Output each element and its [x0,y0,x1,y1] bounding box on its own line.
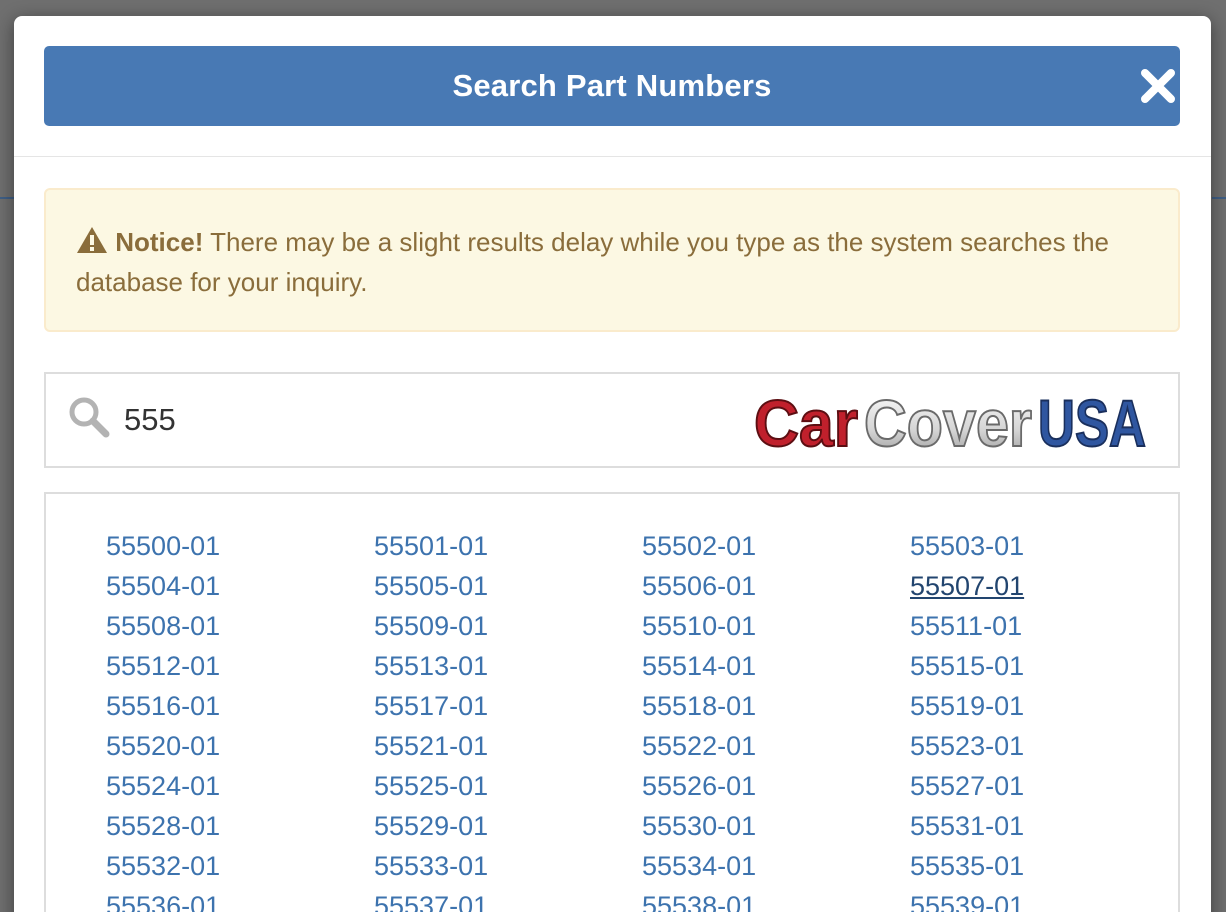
part-number-link[interactable]: 55509-01 [374,606,642,646]
part-number-link[interactable]: 55500-01 [106,526,374,566]
search-part-numbers-modal: Search Part Numbers Notice! There may be… [14,16,1211,912]
part-number-link[interactable]: 55521-01 [374,726,642,766]
part-number-link[interactable]: 55523-01 [910,726,1178,766]
backdrop-divider-right [1212,197,1226,199]
logo-text-car: Car [754,386,858,456]
part-number-link[interactable]: 55538-01 [642,886,910,912]
part-number-link[interactable]: 55515-01 [910,646,1178,686]
part-number-link[interactable]: 55508-01 [106,606,374,646]
part-number-link[interactable]: 55504-01 [106,566,374,606]
logo-text-cover: Cover [864,386,1032,456]
modal-title-bar: Search Part Numbers [44,46,1180,126]
notice-text: There may be a slight results delay whil… [76,227,1109,297]
part-number-link[interactable]: 55525-01 [374,766,642,806]
part-number-link[interactable]: 55522-01 [642,726,910,766]
part-number-link[interactable]: 55519-01 [910,686,1178,726]
notice-label: Notice! [115,227,204,257]
results-grid: 55500-01 55501-01 55502-01 55503-01 55504-01… [106,526,1178,912]
logo-text-usa: USA [1038,386,1146,456]
part-number-link[interactable]: 55513-01 [374,646,642,686]
part-number-link[interactable]: 55512-01 [106,646,374,686]
search-input[interactable] [124,390,724,450]
close-icon [1141,69,1175,103]
notice-alert: Notice! There may be a slight results de… [44,188,1180,332]
part-number-link[interactable]: 55527-01 [910,766,1178,806]
backdrop-divider-left [0,197,14,199]
part-number-link[interactable]: 55529-01 [374,806,642,846]
search-icon [69,397,110,438]
part-number-link[interactable]: 55506-01 [642,566,910,606]
part-number-link[interactable]: 55517-01 [374,686,642,726]
part-number-link[interactable]: 55537-01 [374,886,642,912]
part-number-link[interactable]: 55532-01 [106,846,374,886]
part-number-link[interactable]: 55511-01 [910,606,1178,646]
part-number-link[interactable]: 55520-01 [106,726,374,766]
part-number-link[interactable]: 55531-01 [910,806,1178,846]
part-number-link[interactable]: 55539-01 [910,886,1178,912]
part-number-link[interactable]: 55514-01 [642,646,910,686]
carcoverusa-logo: Car Cover USA [753,386,1147,456]
close-button[interactable] [1136,64,1180,108]
search-bar: Car Cover USA [44,372,1180,468]
part-number-link[interactable]: 55533-01 [374,846,642,886]
modal-title: Search Part Numbers [452,68,772,103]
part-number-link[interactable]: 55524-01 [106,766,374,806]
search-results-panel: 55500-01 55501-01 55502-01 55503-01 55504-01… [44,492,1180,912]
part-number-link[interactable]: 55526-01 [642,766,910,806]
part-number-link[interactable]: 55501-01 [374,526,642,566]
part-number-link[interactable]: 55503-01 [910,526,1178,566]
part-number-link[interactable]: 55536-01 [106,886,374,912]
part-number-link[interactable]: 55507-01 [910,566,1178,606]
part-number-link[interactable]: 55534-01 [642,846,910,886]
warning-triangle-icon [77,227,107,253]
part-number-link[interactable]: 55535-01 [910,846,1178,886]
modal-header: Search Part Numbers [14,16,1211,157]
part-number-link[interactable]: 55530-01 [642,806,910,846]
part-number-link[interactable]: 55518-01 [642,686,910,726]
part-number-link[interactable]: 55516-01 [106,686,374,726]
part-number-link[interactable]: 55502-01 [642,526,910,566]
part-number-link[interactable]: 55505-01 [374,566,642,606]
part-number-link[interactable]: 55510-01 [642,606,910,646]
part-number-link[interactable]: 55528-01 [106,806,374,846]
